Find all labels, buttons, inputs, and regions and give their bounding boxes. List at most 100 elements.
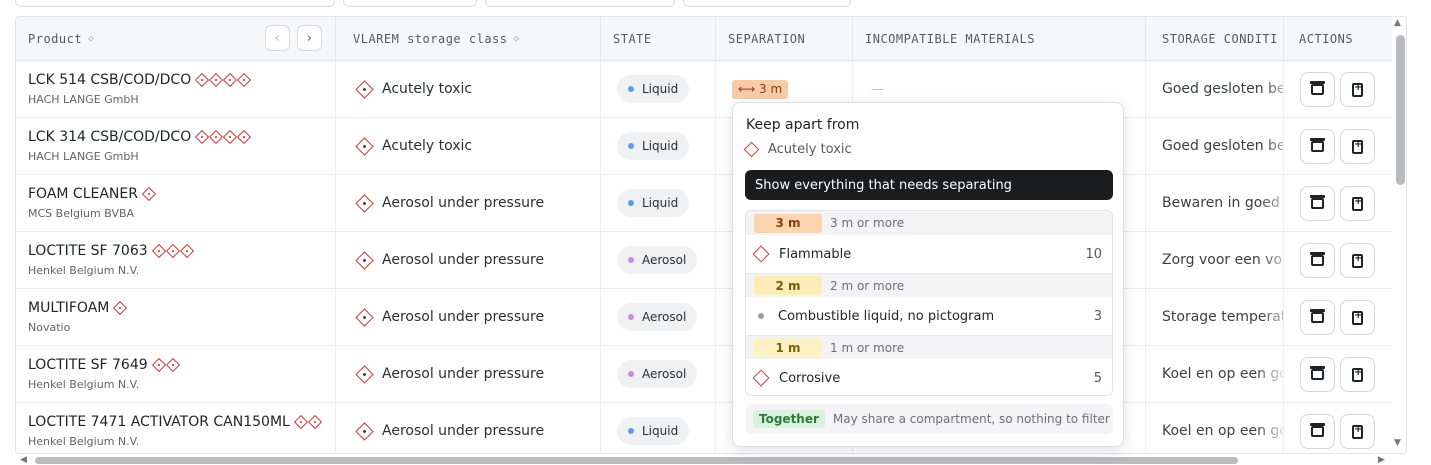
table-row[interactable]: LOCTITE 7471 ACTIVATOR CAN150ML Henkel B… [16,403,1392,453]
archive-button[interactable] [1300,414,1335,449]
separation-item[interactable]: Combustible liquid, no pictogram 3 [746,297,1112,335]
product-manufacturer: MCS Belgium BVBA [28,207,135,220]
separation-popover: Keep apart from Acutely toxic Show every… [732,102,1124,447]
vertical-scrollbar[interactable] [1396,35,1405,185]
show-separating-button[interactable]: Show everything that needs separating [745,170,1113,200]
vlarem-pictogram-icon [355,307,374,327]
distance-description: 3 m or more [830,216,905,230]
product-manufacturer: Novatio [28,321,71,334]
hazard-pictogram-icon [151,357,166,373]
archive-icon [1310,81,1325,95]
next-column-button[interactable]: › [297,25,322,51]
filter-chip[interactable] [343,0,477,7]
state-label: Liquid [642,196,679,210]
table-row[interactable]: LCK 514 CSB/COD/DCO HACH LANGE GmbH Acut… [16,61,1392,118]
state-badge: Aerosol [617,360,698,388]
product-name[interactable]: FOAM CLEANER [28,186,138,202]
actions-cell [1284,232,1392,288]
header-vlarem[interactable]: VLAREM storage class ◇ [341,17,601,61]
state-dot [628,428,634,434]
header-state: STATE [601,17,716,61]
header-separation: SEPARATION [716,17,853,61]
sort-icon[interactable]: ◇ [514,34,520,44]
state-dot [628,86,634,92]
together-row: Together May share a compartment, so not… [745,404,1113,434]
document-button[interactable] [1340,414,1375,449]
document-plus-icon [1352,139,1363,154]
separation-item[interactable]: Flammable 10 [746,235,1112,273]
state-cell: Aerosol [601,232,716,288]
distance-badge: 3 m [754,213,822,233]
hazard-pictogram-icon [209,72,224,88]
archive-button[interactable] [1300,186,1335,221]
product-manufacturer: Henkel Belgium N.V. [28,264,140,277]
product-name[interactable]: LCK 514 CSB/COD/DCO [28,72,191,88]
archive-icon [1310,423,1325,437]
table-row[interactable]: LOCTITE SF 7649 Henkel Belgium N.V. Aero… [16,346,1392,403]
filter-chip[interactable] [485,0,675,7]
document-button[interactable] [1340,243,1375,278]
vlarem-class: Aerosol under pressure [382,195,545,211]
state-cell: Liquid [601,118,716,174]
archive-icon [1310,309,1325,323]
popover-subtitle: Acutely toxic [743,141,852,158]
archive-button[interactable] [1300,243,1335,278]
separation-item-count: 10 [1085,246,1102,262]
together-description: May share a compartment, so nothing to f… [832,412,1110,426]
actions-cell [1284,61,1392,117]
separation-group-header: 2 m 2 m or more [746,273,1112,297]
horizontal-scrollbar[interactable] [35,457,1238,464]
scroll-up-arrow[interactable]: ▲ [1394,18,1401,28]
document-button[interactable] [1340,186,1375,221]
filter-chip[interactable] [15,0,335,7]
document-button[interactable] [1340,300,1375,335]
product-name[interactable]: LCK 314 CSB/COD/DCO [28,129,191,145]
product-manufacturer: HACH LANGE GmbH [28,93,139,106]
separation-item[interactable]: Corrosive 5 [746,359,1112,395]
archive-button[interactable] [1300,72,1335,107]
separation-badge[interactable]: ⟷ 3 m [732,79,789,99]
state-cell: Liquid [601,175,716,231]
vlarem-pictogram-icon [355,193,374,213]
document-button[interactable] [1340,357,1375,392]
separation-item-label: Corrosive [779,370,841,386]
archive-button[interactable] [1300,357,1335,392]
storage-conditions: Storage temperatu [1162,309,1284,325]
state-label: Liquid [642,82,679,96]
state-label: Liquid [642,139,679,153]
product-name[interactable]: LOCTITE 7471 ACTIVATOR CAN150ML [28,414,290,430]
filter-bar [0,0,1431,8]
archive-icon [1310,195,1325,209]
state-dot [628,371,634,377]
product-name[interactable]: LOCTITE SF 7649 [28,357,148,373]
table-row[interactable]: LCK 314 CSB/COD/DCO HACH LANGE GmbH Acut… [16,118,1392,175]
product-manufacturer: Henkel Belgium N.V. [28,435,140,448]
archive-button[interactable] [1300,129,1335,164]
table-row[interactable]: FOAM CLEANER MCS Belgium BVBA Aerosol un… [16,175,1392,232]
separation-item-label: Flammable [779,246,852,262]
incompatible-value: — [871,81,884,97]
header-actions: ACTIONS [1284,17,1392,61]
filter-chip[interactable] [683,0,851,7]
product-manufacturer: Henkel Belgium N.V. [28,378,140,391]
prev-column-button[interactable]: ‹ [265,25,290,51]
table-row[interactable]: LOCTITE SF 7063 Henkel Belgium N.V. Aero… [16,232,1392,289]
sort-icon[interactable]: ◇ [88,34,94,44]
scroll-down-arrow[interactable]: ▼ [1394,438,1401,448]
hazard-pictogram-icon [113,300,128,316]
document-plus-icon [1352,253,1363,268]
product-name[interactable]: LOCTITE SF 7063 [28,243,148,259]
separation-item-count: 3 [1093,308,1102,324]
product-name[interactable]: MULTIFOAM [28,300,109,316]
flame-pictogram-icon [752,245,770,263]
document-button[interactable] [1340,129,1375,164]
header-product[interactable]: Product ◇ ‹ › [16,17,336,61]
document-plus-icon [1352,310,1363,325]
document-button[interactable] [1340,72,1375,107]
table-row[interactable]: MULTIFOAM Novatio Aerosol under pressure… [16,289,1392,346]
actions-cell [1284,289,1392,345]
header-label: SEPARATION [728,32,806,46]
document-plus-icon [1352,424,1363,439]
state-badge: Liquid [617,189,690,217]
archive-button[interactable] [1300,300,1335,335]
